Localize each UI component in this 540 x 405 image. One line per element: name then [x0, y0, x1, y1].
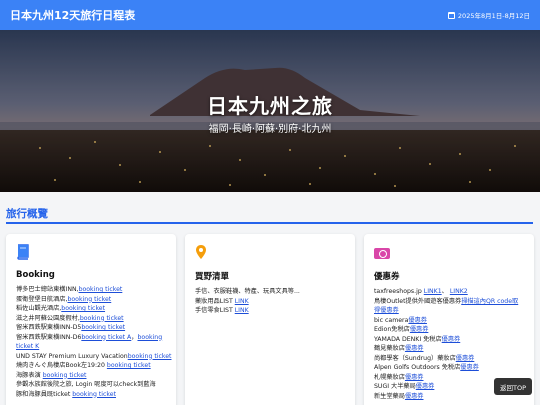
top-navbar: 日本九州12天旅行日程表 2025年8月1日-8月12日 [0, 0, 540, 30]
back-to-top-button[interactable]: 返回TOP [494, 378, 532, 395]
booking-line: 蛋衛登堡日航酒店,booking ticket [16, 295, 112, 303]
booking-line: 豚和海豚員既ticket booking ticket [16, 390, 116, 398]
booking-line: 留米西鉄駅東横INN-D6booking ticket A，booking [16, 333, 163, 341]
shopping-link[interactable]: LINK [235, 298, 249, 305]
coupon-link[interactable]: 優惠券 [460, 364, 479, 371]
coupon-line: 鶴見藥妝店優惠券 [374, 345, 424, 352]
booking-line: ticket K [16, 342, 166, 352]
hero-subtitle: 福岡·長崎·阿蘇·別府·北九州 [208, 124, 332, 135]
hero-banner: 日本九州之旅 福岡·長崎·阿蘇·別府·北九州 [0, 30, 540, 192]
booking-line: 參觀水族館後院之旅, Login 呢度可以check到藍海 [16, 381, 156, 388]
shopping-link[interactable]: LINK [235, 307, 249, 314]
booking-line: 滋之井阿蘇公園度假村,booking ticket [16, 314, 124, 322]
coupon-line: Edion免税店優惠券 [374, 326, 429, 333]
date-range-text: 2025年8月1日-8月12日 [457, 12, 530, 20]
coupons-card-title: 優惠券 [374, 272, 400, 282]
calendar-icon [447, 11, 455, 19]
shopping-line: 手信零食LIST LINK [195, 307, 249, 314]
coupon-line: 鳥棲Outlet提供外國遊客優惠券掃描這內QR code取得優惠券 [374, 297, 519, 315]
section-title: 旅行概覽 [6, 208, 48, 220]
booking-line: 海豚表演 booking ticket [16, 371, 87, 379]
coupon-line: bic camera優惠券 [374, 316, 427, 324]
booking-list: 博多巴士總站東橫INN,booking ticket 蛋衛登堡日航酒店,book… [16, 285, 172, 399]
booking-link[interactable]: booking ticket [128, 353, 172, 360]
coupon-link[interactable]: 優惠券 [456, 355, 475, 362]
booking-link[interactable]: booking ticket [43, 372, 87, 379]
booking-line: UND STAY Premium Luxury Vacationbooking … [16, 352, 172, 360]
trip-date-range: 2025年8月1日-8月12日 [447, 10, 530, 20]
coupon-line: 尚都學客（Sundrug）藥妝店優惠券 [374, 354, 475, 362]
booking-link[interactable]: booking ticket [72, 391, 116, 398]
coupon-link[interactable]: 優惠券 [405, 393, 424, 400]
shopping-list: 手信、衣服鞋襪、特產、玩具文具等... 藥妝用品LIST LINK 手信零食LI… [195, 287, 345, 316]
booking-link[interactable]: booking ticket [79, 286, 123, 293]
book-icon [17, 244, 29, 260]
booking-line: 稻佐山觀光酒店,booking ticket [16, 305, 106, 312]
booking-link[interactable]: booking ticket [81, 324, 125, 331]
booking-card: Booking 博多巴士總站東橫INN,booking ticket 蛋衛登堡日… [6, 234, 176, 405]
section-divider [6, 222, 533, 224]
coupon-link[interactable]: LINK2 [450, 288, 468, 295]
booking-line: 留米西鉄駅東横INN-D5booking ticket [16, 324, 126, 331]
shopping-list-card: 買野清單 手信、衣服鞋襪、特產、玩具文具等... 藥妝用品LIST LINK 手… [185, 234, 355, 405]
coupon-link[interactable]: 優惠券 [405, 374, 424, 381]
booking-link[interactable]: booking ticket [61, 305, 105, 312]
booking-link[interactable]: booking ticket [107, 362, 151, 369]
coupon-link[interactable]: 優惠券 [416, 383, 435, 390]
booking-link[interactable]: booking [137, 334, 162, 341]
coupon-link[interactable]: 優惠券 [410, 326, 429, 333]
site-title[interactable]: 日本九州12天旅行日程表 [10, 7, 135, 23]
coupon-line: taxfreeshops.jp LINK1、 LINK2 [374, 288, 468, 295]
booking-line: 博多巴士總站東橫INN,booking ticket [16, 286, 123, 293]
shopping-card-title: 買野清單 [195, 272, 230, 282]
booking-link[interactable]: ticket K [16, 343, 39, 350]
booking-card-title: Booking [16, 270, 55, 280]
shopping-line: 手信、衣服鞋襪、特產、玩具文具等... [195, 288, 300, 295]
coupon-link[interactable]: LINK1 [424, 288, 442, 295]
money-icon [374, 248, 390, 259]
booking-link[interactable]: booking ticket A [81, 334, 131, 341]
booking-line: 燒肉きんぐ烏棲店Book左19:20 booking ticket [16, 362, 151, 369]
coupon-line: YAMADA DENKI 免税店優惠券 [374, 335, 461, 343]
coupon-link[interactable]: 優惠券 [408, 317, 427, 324]
coupon-line: Alpen Golfs Outdoors 免税店優惠券 [374, 364, 479, 371]
booking-link[interactable]: booking ticket [67, 296, 111, 303]
hero-title: 日本九州之旅 [207, 94, 333, 118]
coupon-link[interactable]: 優惠券 [442, 336, 461, 343]
coupon-link[interactable]: 優惠券 [405, 345, 424, 352]
booking-link[interactable]: booking ticket [80, 315, 124, 322]
map-pin-icon [196, 245, 206, 259]
shopping-line: 藥妝用品LIST LINK [195, 297, 249, 305]
